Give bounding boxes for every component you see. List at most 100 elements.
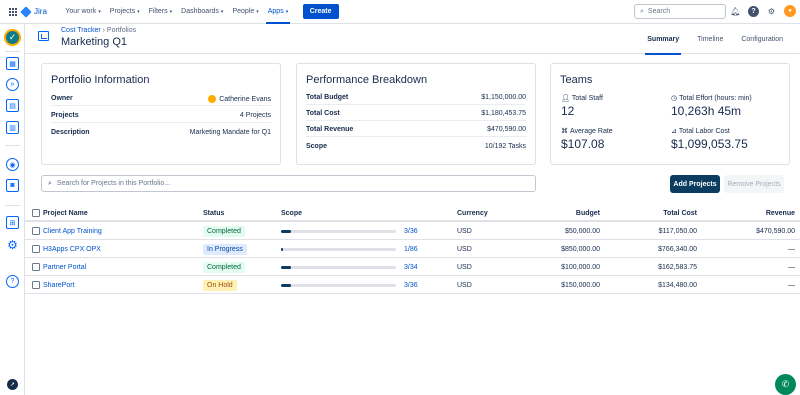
- app-switcher-icon[interactable]: [9, 7, 17, 16]
- page-title: Marketing Q1: [61, 36, 128, 48]
- scope-cell: 3/34: [281, 258, 418, 276]
- search-icon: ⌕: [640, 7, 644, 15]
- nav-label: Dashboards: [181, 8, 219, 15]
- scope-fraction-link[interactable]: 3/36: [404, 282, 418, 289]
- remove-projects-button[interactable]: Remove Projects: [724, 175, 784, 193]
- col-revenue[interactable]: Revenue: [720, 204, 795, 222]
- description-row: Description Marketing Mandate for Q1: [51, 125, 271, 139]
- row-checkbox[interactable]: [32, 245, 40, 253]
- col-project-name[interactable]: Project Name: [43, 204, 88, 222]
- nav-people[interactable]: People ▾: [228, 0, 263, 24]
- col-status[interactable]: Status: [203, 204, 224, 222]
- row-checkbox[interactable]: [32, 227, 40, 235]
- table-row: H3Apps CPX OPX In Progress 1/86 USD $850,000…: [25, 240, 800, 258]
- help-circle-icon[interactable]: ?: [6, 275, 19, 288]
- breadcrumb-cost-tracker[interactable]: Cost Tracker: [61, 27, 101, 34]
- forward-icon[interactable]: »: [6, 78, 19, 91]
- chat-button[interactable]: ✆: [775, 374, 796, 395]
- apps-grid-icon[interactable]: ⊞: [6, 216, 19, 229]
- project-search-input[interactable]: ⌕ Search for Projects in this Portfolio.…: [41, 175, 536, 192]
- budget-cell: $50,000.00: [564, 227, 600, 235]
- breadcrumb-portfolios[interactable]: Portfolios: [107, 27, 136, 34]
- col-budget[interactable]: Budget: [525, 204, 600, 222]
- nav-apps[interactable]: Apps ▾: [263, 0, 292, 24]
- search-icon: ⌕: [48, 179, 52, 187]
- sidebar-divider: [5, 205, 20, 206]
- rate-icon: ⌘: [561, 128, 568, 135]
- currency-cell: USD: [457, 281, 472, 289]
- nav-label: Apps: [267, 8, 284, 15]
- scope-progress-fill: [281, 229, 291, 233]
- tab-summary[interactable]: Summary: [638, 24, 688, 55]
- badge-icon[interactable]: ◙: [6, 179, 19, 192]
- scope-progress-bar: [281, 265, 396, 269]
- projects-label: Projects: [51, 112, 79, 119]
- metric-label: Scope: [306, 142, 328, 150]
- jira-logo[interactable]: Jira: [20, 5, 47, 18]
- row-select-cell: [32, 222, 40, 240]
- card-title: Teams: [560, 74, 593, 86]
- total-budget-row: Total Budget $1,150,000.00: [306, 91, 526, 105]
- scope-progress-bar: [281, 247, 396, 251]
- total-cost-cell: $162,583.75: [658, 263, 697, 271]
- col-currency[interactable]: Currency: [457, 204, 488, 222]
- row-checkbox[interactable]: [32, 263, 40, 271]
- table-row: Client App Training Completed 3/36 USD $50,0…: [25, 222, 800, 240]
- metric-label: Total Budget: [306, 94, 349, 101]
- teams-card: Teams 👤︎ Total Staff 12 ◷ Total Effort (ho…: [550, 63, 790, 165]
- metric-value: 10/192 Tasks: [484, 142, 526, 150]
- profile-avatar[interactable]: ●: [784, 5, 796, 17]
- scope-fraction-link[interactable]: 3/34: [404, 264, 418, 271]
- status-cell: Completed: [203, 258, 245, 276]
- tab-configuration[interactable]: Configuration: [732, 24, 792, 54]
- revenue-cell: $470,590.00: [756, 227, 795, 235]
- nav-filters[interactable]: Filters ▾: [144, 0, 177, 24]
- help-icon[interactable]: ?: [748, 6, 759, 17]
- calendar-icon[interactable]: ▦: [6, 57, 19, 70]
- project-name-link[interactable]: Partner Portal: [43, 258, 86, 276]
- folder-icon[interactable]: ▤: [6, 99, 19, 112]
- row-checkbox[interactable]: [32, 281, 40, 289]
- select-all-checkbox[interactable]: [32, 209, 40, 217]
- metric-label: Total Cost: [306, 110, 340, 117]
- description-value: Marketing Mandate for Q1: [189, 128, 271, 136]
- stat-label: Total Staff: [571, 94, 603, 102]
- global-search-input[interactable]: ⌕ Search: [634, 4, 726, 19]
- col-scope[interactable]: Scope: [281, 204, 302, 222]
- status-badge: Completed: [203, 225, 245, 237]
- owner-label: Owner: [51, 95, 73, 102]
- col-total-cost[interactable]: Total Cost: [622, 204, 697, 222]
- currency-cell: USD: [457, 263, 472, 271]
- status-cell: On Hold: [203, 276, 237, 294]
- budget-cell: $850,000.00: [561, 245, 600, 253]
- scope-progress-bar: [281, 229, 396, 233]
- report-icon[interactable]: ▥: [6, 121, 19, 134]
- add-projects-button[interactable]: Add Projects: [670, 175, 720, 193]
- settings-icon[interactable]: ⚙: [766, 6, 777, 17]
- notifications-icon[interactable]: 🔔︎: [730, 6, 741, 17]
- owner-value-wrap: Catherine Evans: [208, 94, 271, 103]
- nav-projects[interactable]: Projects ▾: [105, 0, 144, 24]
- owner-value: Catherine Evans: [219, 95, 271, 103]
- settings-gear-icon[interactable]: ⚙: [6, 238, 19, 252]
- stat-value: $1,099,053.75: [671, 137, 748, 151]
- cost-tracker-icon[interactable]: ✓: [4, 29, 21, 46]
- total-cost-cell: $117,050.00: [658, 227, 697, 235]
- revenue-cell: —: [788, 263, 795, 271]
- nav-your-work[interactable]: Your work ▾: [61, 0, 105, 24]
- rocket-icon[interactable]: ➚: [7, 379, 18, 390]
- project-name-link[interactable]: H3Apps CPX OPX: [43, 240, 101, 258]
- team-icon[interactable]: ◉: [6, 158, 19, 171]
- table-body: Client App Training Completed 3/36 USD $50,0…: [25, 222, 800, 294]
- scope-fraction-link[interactable]: 1/86: [404, 246, 418, 253]
- stat-value: $107.08: [561, 137, 605, 151]
- metric-value: $470,590.00: [487, 126, 526, 133]
- portfolio-information-card: Portfolio Information Owner Catherine Ev…: [41, 63, 281, 165]
- create-button[interactable]: Create: [302, 4, 339, 19]
- project-name-link[interactable]: Client App Training: [43, 222, 102, 240]
- chevron-down-icon: ▾: [98, 8, 101, 15]
- nav-dashboards[interactable]: Dashboards ▾: [177, 0, 228, 24]
- tab-timeline[interactable]: Timeline: [688, 24, 732, 54]
- scope-fraction-link[interactable]: 3/36: [404, 228, 418, 235]
- project-name-link[interactable]: SharePort: [43, 276, 75, 294]
